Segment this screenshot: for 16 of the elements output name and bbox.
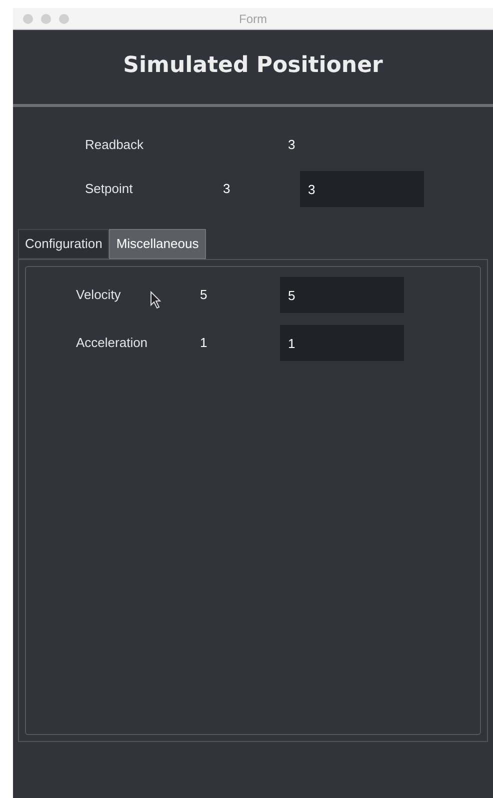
- readback-value: 3: [287, 136, 296, 154]
- field-label: Readback: [84, 136, 145, 154]
- value-field[interactable]: 5: [280, 277, 404, 313]
- tab[interactable]: Configuration: [18, 229, 110, 259]
- value-field[interactable]: 1: [280, 325, 404, 361]
- field-label: Acceleration: [76, 334, 149, 352]
- mouse-pointer-icon: [150, 291, 162, 309]
- field-label: Velocity: [76, 286, 122, 304]
- row-value: 1: [200, 334, 208, 352]
- field-label: Setpoint: [84, 180, 134, 198]
- tab[interactable]: Miscellaneous: [109, 229, 206, 259]
- setpoint-value: 3: [223, 180, 232, 198]
- heading: Simulated Positioner: [123, 52, 383, 80]
- window-title: Form: [238, 10, 268, 28]
- value-field[interactable]: 3: [300, 171, 424, 207]
- row-value: 5: [200, 286, 208, 304]
